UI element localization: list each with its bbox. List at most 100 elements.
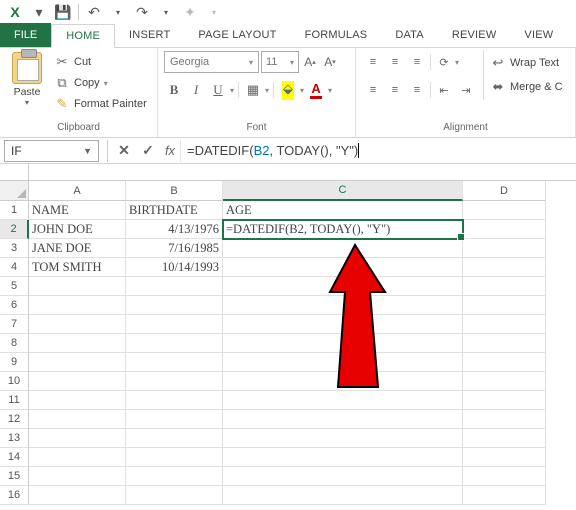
row-header[interactable]: 16 xyxy=(0,486,29,505)
cell[interactable] xyxy=(463,315,546,334)
tab-review[interactable]: REVIEW xyxy=(438,23,511,47)
align-right-icon[interactable]: ≡ xyxy=(406,79,428,101)
col-header[interactable]: B xyxy=(126,181,223,201)
cell[interactable] xyxy=(223,467,463,486)
cell[interactable] xyxy=(223,429,463,448)
cell[interactable] xyxy=(29,486,126,505)
row-header[interactable]: 12 xyxy=(0,410,29,429)
cell[interactable] xyxy=(463,353,546,372)
cell[interactable] xyxy=(223,277,463,296)
align-middle-icon[interactable]: ≡ xyxy=(384,51,406,73)
cell[interactable]: NAME xyxy=(29,201,126,220)
undo-dropdown-icon[interactable]: ▾ xyxy=(107,2,129,22)
fill-color-button[interactable]: ⬙ xyxy=(278,79,298,101)
row-header[interactable]: 10 xyxy=(0,372,29,391)
row-header[interactable]: 3 xyxy=(0,239,29,258)
active-cell[interactable]: =DATEDIF(B2, TODAY(), "Y") xyxy=(223,220,463,239)
cell[interactable] xyxy=(223,315,463,334)
tab-view[interactable]: VIEW xyxy=(510,23,567,47)
font-name-select[interactable]: Georgia▾ xyxy=(164,51,259,73)
col-header[interactable]: C xyxy=(223,181,463,201)
cell[interactable] xyxy=(29,391,126,410)
cell[interactable] xyxy=(126,448,223,467)
cell[interactable] xyxy=(126,277,223,296)
cell[interactable] xyxy=(463,467,546,486)
cell[interactable] xyxy=(223,334,463,353)
cell[interactable] xyxy=(126,372,223,391)
cell[interactable] xyxy=(463,334,546,353)
touch-dropdown-icon[interactable]: ▾ xyxy=(203,2,225,22)
cell[interactable] xyxy=(29,334,126,353)
cell[interactable] xyxy=(223,391,463,410)
cell[interactable] xyxy=(126,467,223,486)
cell[interactable] xyxy=(463,220,546,239)
select-all-corner[interactable] xyxy=(0,181,29,201)
tab-formulas[interactable]: FORMULAS xyxy=(291,23,382,47)
cell[interactable] xyxy=(223,448,463,467)
row-header[interactable]: 8 xyxy=(0,334,29,353)
cell[interactable] xyxy=(126,410,223,429)
redo-dropdown-icon[interactable]: ▾ xyxy=(155,2,177,22)
row-header[interactable]: 7 xyxy=(0,315,29,334)
cell[interactable] xyxy=(29,429,126,448)
decrease-indent-icon[interactable]: ⇤ xyxy=(433,79,455,101)
cell[interactable] xyxy=(29,410,126,429)
cell[interactable] xyxy=(463,429,546,448)
save-icon[interactable]: 💾 xyxy=(52,2,74,22)
cell[interactable]: 4/13/1976 xyxy=(126,220,223,239)
cancel-formula-button[interactable]: ✕ xyxy=(112,140,136,162)
cell[interactable] xyxy=(463,201,546,220)
increase-indent-icon[interactable]: ⇥ xyxy=(455,79,477,101)
row-header[interactable]: 5 xyxy=(0,277,29,296)
orientation-icon[interactable]: ⟳ xyxy=(433,51,455,73)
cell[interactable] xyxy=(223,372,463,391)
row-header[interactable]: 9 xyxy=(0,353,29,372)
undo-icon[interactable]: ↶ xyxy=(83,2,105,22)
tab-file[interactable]: FILE xyxy=(0,23,51,47)
row-header[interactable]: 14 xyxy=(0,448,29,467)
increase-font-icon[interactable]: A▴ xyxy=(301,51,319,73)
cell[interactable] xyxy=(463,258,546,277)
row-header[interactable]: 2 xyxy=(0,220,29,239)
cell[interactable] xyxy=(463,448,546,467)
cell[interactable] xyxy=(223,296,463,315)
cell[interactable] xyxy=(126,391,223,410)
format-painter-button[interactable]: ✎ Format Painter xyxy=(52,94,149,114)
cell[interactable] xyxy=(223,410,463,429)
paste-button[interactable]: Paste ▾ xyxy=(6,50,48,107)
cell[interactable] xyxy=(463,239,546,258)
cell[interactable] xyxy=(126,486,223,505)
tab-home[interactable]: HOME xyxy=(51,24,115,48)
font-color-button[interactable]: A xyxy=(306,79,326,101)
col-header[interactable]: A xyxy=(29,181,126,201)
cell[interactable]: JOHN DOE xyxy=(29,220,126,239)
row-header[interactable]: 15 xyxy=(0,467,29,486)
formula-input[interactable]: =DATEDIF(B2, TODAY(), "Y") xyxy=(180,140,576,162)
cell[interactable] xyxy=(29,467,126,486)
cell[interactable] xyxy=(463,372,546,391)
align-bottom-icon[interactable]: ≡ xyxy=(406,51,428,73)
cell[interactable] xyxy=(463,410,546,429)
italic-button[interactable]: I xyxy=(186,79,206,101)
font-size-select[interactable]: 11▾ xyxy=(261,51,299,73)
cell[interactable] xyxy=(126,296,223,315)
touch-mode-icon[interactable]: ✦ xyxy=(179,2,201,22)
cell[interactable] xyxy=(29,372,126,391)
tab-page-layout[interactable]: PAGE LAYOUT xyxy=(184,23,290,47)
copy-button[interactable]: ⧉ Copy ▾ xyxy=(52,73,149,93)
cell[interactable] xyxy=(223,258,463,277)
cell[interactable]: 7/16/1985 xyxy=(126,239,223,258)
fx-icon[interactable]: fx xyxy=(160,143,180,158)
row-header[interactable]: 4 xyxy=(0,258,29,277)
wrap-text-button[interactable]: ↩ Wrap Text xyxy=(490,52,563,74)
row-header[interactable]: 11 xyxy=(0,391,29,410)
border-button[interactable]: ▦ xyxy=(243,79,263,101)
cell[interactable] xyxy=(463,277,546,296)
decrease-font-icon[interactable]: A▾ xyxy=(321,51,339,73)
worksheet-grid[interactable]: 1 2 3 4 5 6 7 8 9 10 11 12 13 14 15 16 A… xyxy=(0,181,576,505)
tab-data[interactable]: DATA xyxy=(381,23,438,47)
align-center-icon[interactable]: ≡ xyxy=(384,79,406,101)
align-left-icon[interactable]: ≡ xyxy=(362,79,384,101)
col-header[interactable]: D xyxy=(463,181,546,201)
cell[interactable]: 10/14/1993 xyxy=(126,258,223,277)
